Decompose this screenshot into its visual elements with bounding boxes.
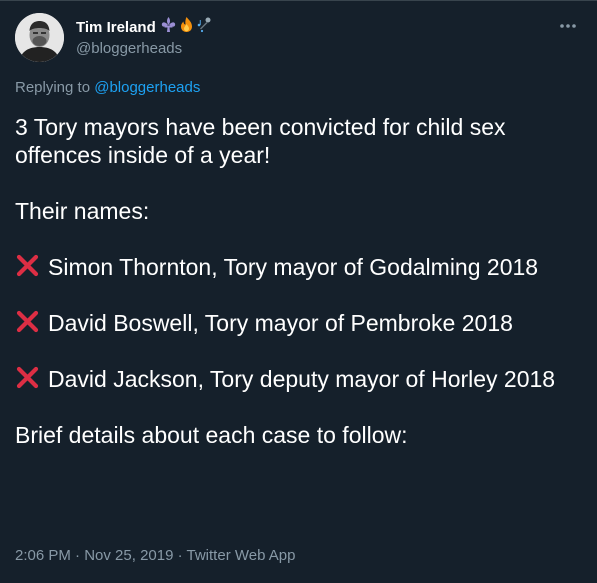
entry-text: David Jackson, Tory deputy mayor of Horl… — [48, 366, 556, 392]
meta-separator: · — [70, 547, 85, 564]
names-heading: Their names: — [15, 198, 150, 224]
entry-item: Simon Thornton, Tory mayor of Godalming … — [15, 253, 575, 281]
entry-text: David Boswell, Tory mayor of Pembroke 20… — [48, 310, 513, 336]
name-emojis — [160, 16, 213, 39]
display-name[interactable]: Tim Ireland — [76, 18, 156, 38]
replying-to-label: Replying to — [15, 79, 91, 96]
fleur-de-lis-icon — [160, 16, 177, 39]
tweet-outro: Brief details about each case to follow: — [15, 422, 408, 448]
cross-mark-icon — [15, 254, 40, 278]
avatar[interactable] — [15, 13, 64, 62]
tweet-text: 3 Tory mayors have been convicted for ch… — [15, 113, 575, 449]
meta-separator: · — [173, 547, 187, 564]
tweet-date-link[interactable]: Nov 25, 2019 — [84, 547, 173, 564]
handle[interactable]: @bloggerheads — [76, 39, 213, 59]
tweet-source-link[interactable]: Twitter Web App — [187, 547, 296, 564]
tweet-header: Tim Ireland @bloggerheads — [15, 13, 213, 62]
tweet-intro: 3 Tory mayors have been convicted for ch… — [15, 114, 506, 168]
tweet-time-link[interactable]: 2:06 PM — [15, 547, 71, 564]
fire-icon — [178, 16, 195, 39]
reply-mention-link[interactable]: @bloggerheads — [94, 79, 200, 96]
cross-mark-icon — [15, 366, 40, 390]
entry-item: David Jackson, Tory deputy mayor of Horl… — [15, 365, 575, 393]
tweet-card: Tim Ireland @bloggerheads Replying to @b… — [0, 0, 597, 583]
entry-text: Simon Thornton, Tory mayor of Godalming … — [48, 254, 539, 280]
replying-to: Replying to @bloggerheads — [15, 79, 200, 97]
cross-mark-icon — [15, 310, 40, 334]
microphone-notes-icon — [196, 16, 213, 39]
tweet-meta: 2:06 PM · Nov 25, 2019 · Twitter Web App — [15, 547, 295, 565]
entry-item: David Boswell, Tory mayor of Pembroke 20… — [15, 309, 575, 337]
more-options-icon[interactable] — [557, 18, 579, 34]
author-names: Tim Ireland @bloggerheads — [76, 16, 213, 59]
name-row: Tim Ireland — [76, 16, 213, 39]
